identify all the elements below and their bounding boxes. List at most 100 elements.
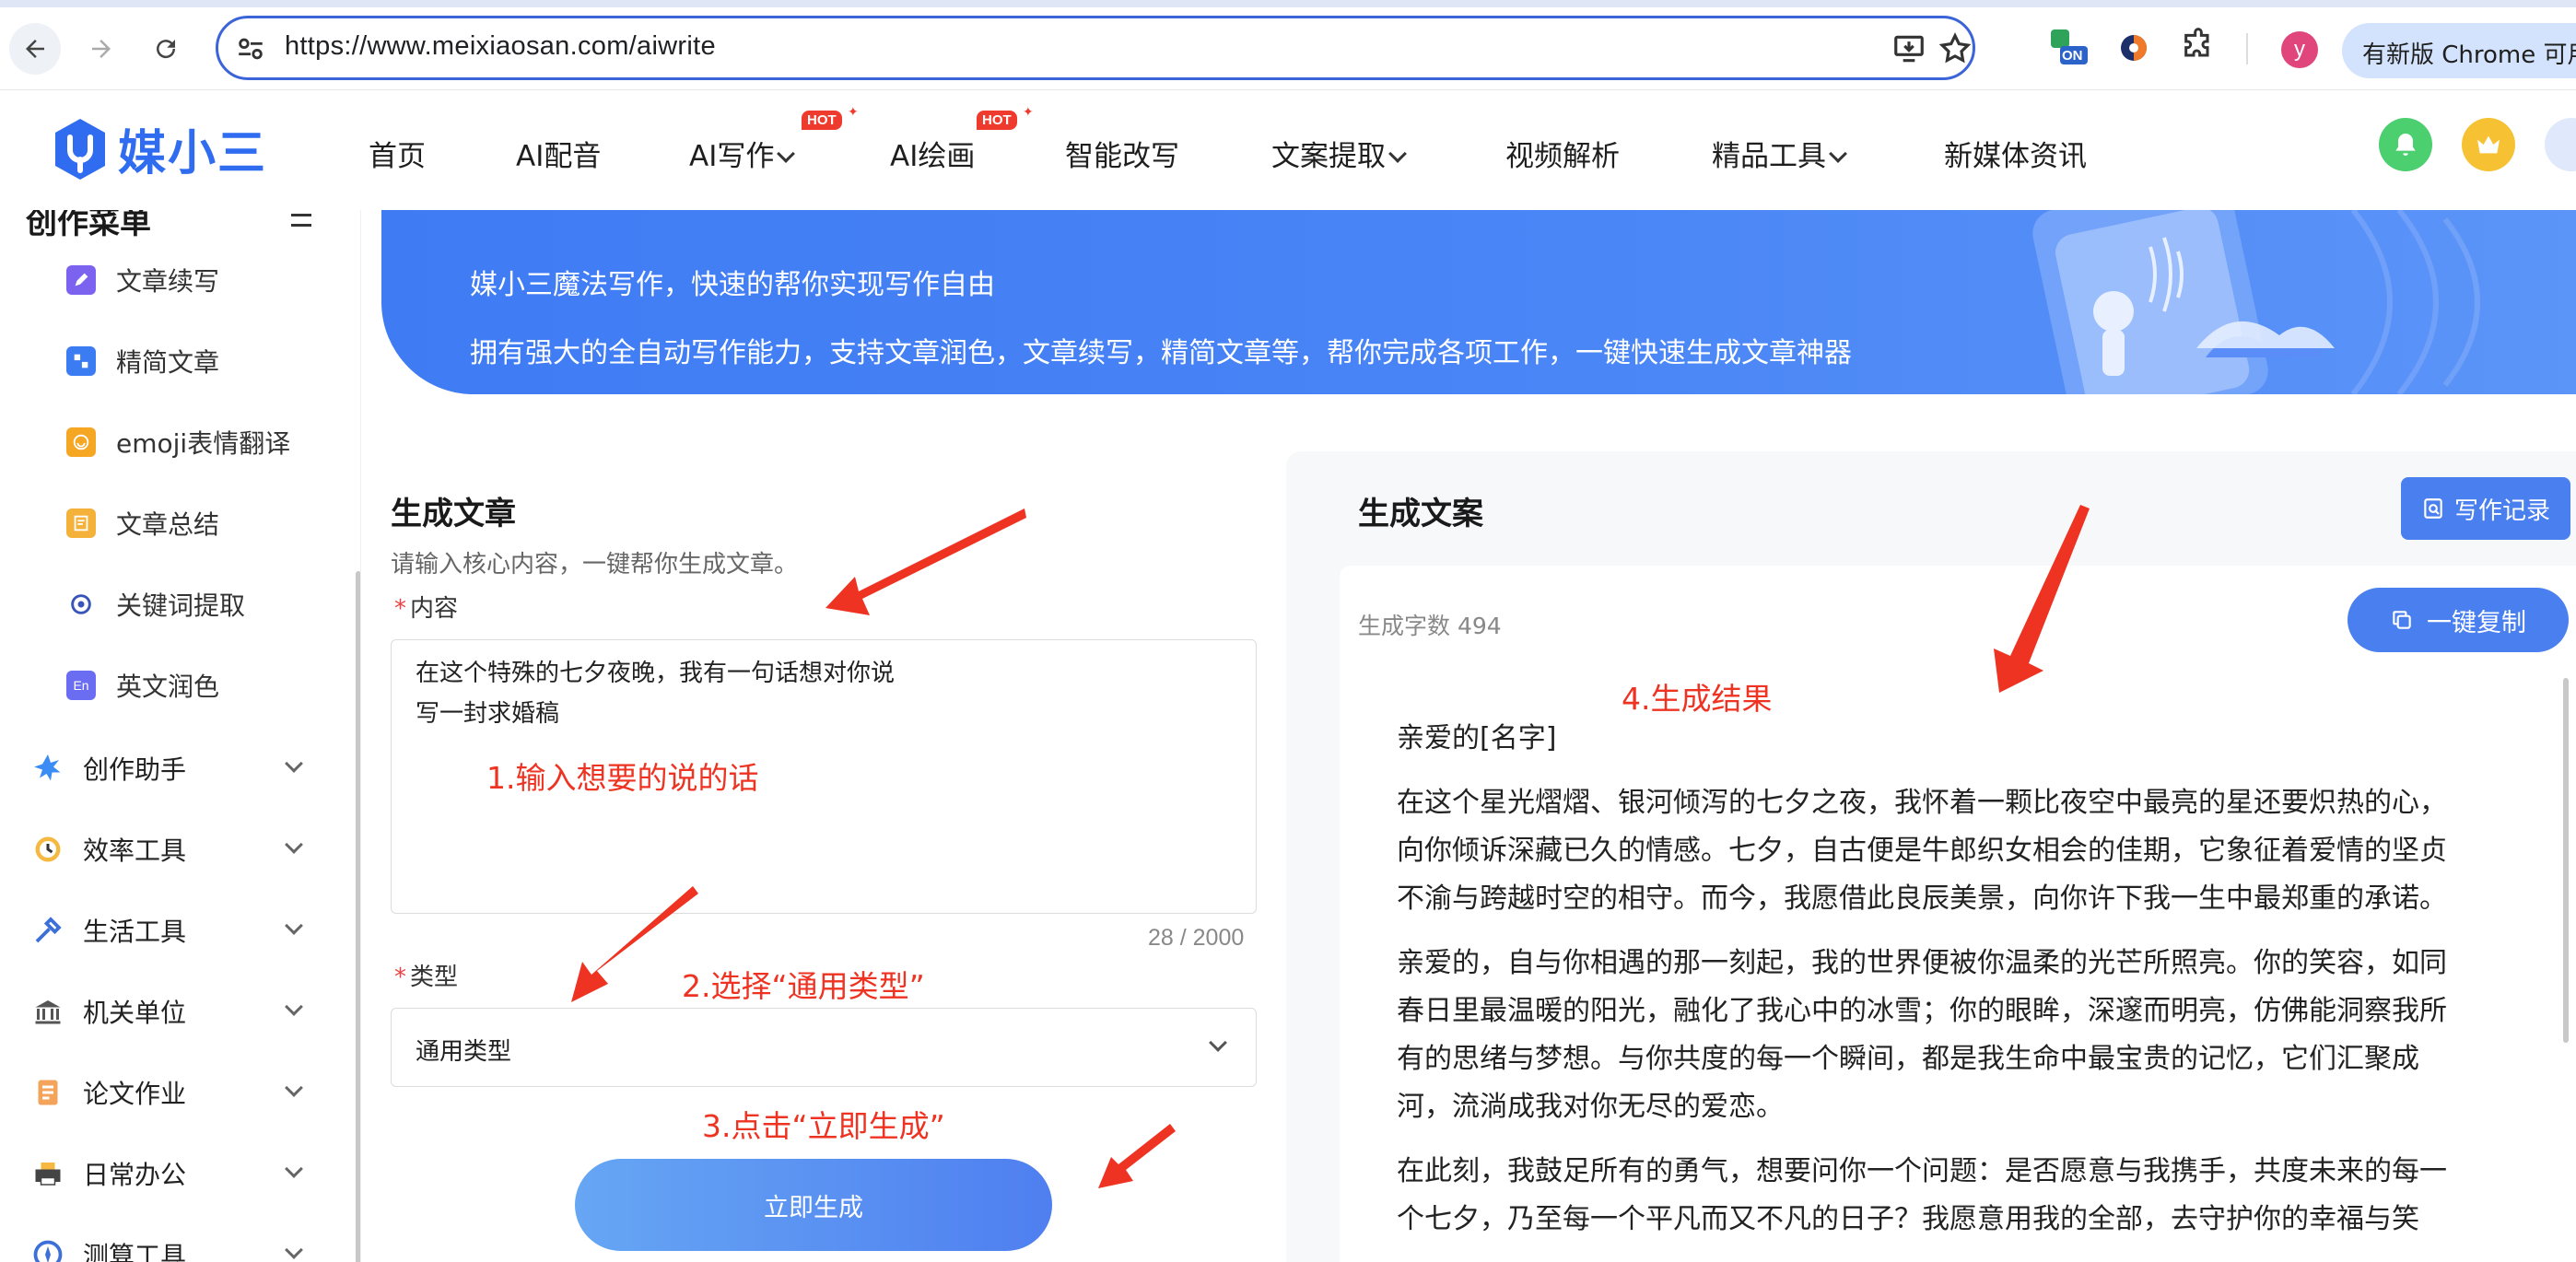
form-subtitle: 请输入核心内容，一键帮你生成文章。 <box>391 551 799 578</box>
extension-swirl-icon[interactable] <box>2113 28 2154 68</box>
sidebar-group-office[interactable]: 日常办公 <box>31 1153 308 1194</box>
content-line: 在这个特殊的七夕夜晚，我有一句话想对你说 <box>416 660 896 687</box>
back-button[interactable] <box>9 23 61 75</box>
sidebar-item-emoji[interactable]: emoji表情翻译 <box>66 424 290 461</box>
chrome-update-button[interactable]: 有新版 Chrome 可用 <box>2342 23 2576 78</box>
note-icon <box>66 508 96 538</box>
address-bar[interactable]: https://www.meixiaosan.com/aiwrite <box>216 16 1975 80</box>
nav-premium-tools[interactable]: 精品工具 <box>1712 133 1847 174</box>
type-select-value: 通用类型 <box>416 1038 512 1066</box>
type-label-text: 类型 <box>410 964 459 991</box>
annotation-step-2: 2.选择“通用类型” <box>682 968 925 1004</box>
result-line: 在此刻，我鼓足所有的勇气，想要问你一个问题：是否愿意与我携手，共度未来的每一 <box>1397 1155 2447 1187</box>
arrow-left-icon <box>26 40 44 58</box>
scroll-icon <box>38 1080 58 1105</box>
chevron-down-icon <box>1209 1034 1227 1052</box>
compass-icon <box>33 1240 63 1262</box>
notification-bell-icon[interactable] <box>2379 118 2432 171</box>
sidebar-item-english-polish[interactable]: En 英文润色 <box>66 667 219 704</box>
chevron-down-icon <box>1829 145 1847 163</box>
result-scrollbar[interactable] <box>2563 678 2569 1043</box>
profile-avatar[interactable]: y <box>2281 31 2318 68</box>
banner-description: 拥有强大的全自动写作能力，支持文章润色，文章续写，精简文章等，帮你完成各项工作，… <box>470 337 1852 369</box>
forward-button[interactable] <box>76 23 127 75</box>
pen-icon <box>66 265 96 295</box>
nav-ai-painting[interactable]: AI绘画 <box>890 133 975 174</box>
sidebar-scrollbar[interactable] <box>356 571 360 1262</box>
site-settings-icon[interactable] <box>235 33 266 64</box>
sidebar-group-label: 效率工具 <box>83 835 187 866</box>
sidebar-group-government[interactable]: 机关单位 <box>31 991 308 1032</box>
english-icon: En <box>66 671 96 700</box>
nav-premium-tools-label: 精品工具 <box>1712 140 1826 173</box>
result-title: 生成文案 <box>1358 496 1483 532</box>
sidebar-group-label: 生活工具 <box>83 917 187 947</box>
content-label-text: 内容 <box>410 595 459 623</box>
user-avatar[interactable] <box>2545 118 2576 171</box>
sidebar-item-continue[interactable]: 文章续写 <box>66 262 219 298</box>
result-line: 亲爱的[名字] <box>1397 722 1557 754</box>
result-paragraph: 在此刻，我鼓足所有的勇气，想要问你一个问题：是否愿意与我携手，共度未来的每一 个七… <box>1397 1148 2530 1244</box>
browser-tabstrip <box>0 0 2576 7</box>
nav-copy-extract[interactable]: 文案提取 <box>1271 133 1407 174</box>
annotation-step-3: 3.点击“立即生成” <box>702 1108 945 1144</box>
required-mark: * <box>394 595 406 623</box>
type-select[interactable]: 通用类型 <box>391 1008 1257 1087</box>
site-logo[interactable]: 媒小三 <box>52 114 267 183</box>
sidebar-group-label: 日常办公 <box>83 1160 187 1190</box>
sidebar-item-label: 关键词提取 <box>116 590 246 621</box>
sidebar-group-assistant[interactable]: 创作助手 <box>31 748 308 789</box>
arrow-icon <box>825 508 1026 615</box>
copy-all-label: 一键复制 <box>2427 608 2526 637</box>
result-line: 个七夕，乃至每一个平凡而又不凡的日子？我愿意用我的全部，去守护你的幸福与笑 <box>1397 1203 2419 1235</box>
sidebar-item-simplify[interactable]: 精简文章 <box>66 343 219 380</box>
chevron-down-icon <box>285 998 303 1016</box>
sidebar-item-keywords[interactable]: 关键词提取 <box>66 586 245 623</box>
sidebar-item-summary[interactable]: 文章总结 <box>66 505 219 542</box>
result-paragraph: 亲爱的，自与你相遇的那一刻起，我的世界便被你温柔的光芒所照亮。你的笑容，如同 春日… <box>1397 940 2530 1131</box>
result-line: 河，流淌成我对你无尽的爱恋。 <box>1397 1091 1784 1123</box>
reload-button[interactable] <box>140 23 192 75</box>
vip-crown-icon[interactable] <box>2462 118 2515 171</box>
sidebar-item-label: 文章总结 <box>116 509 220 540</box>
nav-new-media-news[interactable]: 新媒体资讯 <box>1944 133 2087 174</box>
clock-icon <box>35 836 61 862</box>
copy-all-button[interactable]: 一键复制 <box>2348 588 2569 652</box>
result-paragraph: 亲爱的[名字] <box>1397 715 2530 763</box>
site-header: 媒小三 首页 AI配音 AI写作 HOT ✦ AI绘画 HOT ✦ 智能改写 文… <box>0 90 2576 210</box>
result-line: 在这个星光熠熠、银河倾泻的七夕之夜，我怀着一颗比夜空中最亮的星还要炽热的心， <box>1397 787 2447 819</box>
nav-smart-rewrite[interactable]: 智能改写 <box>1065 133 1179 174</box>
sidebar-group-efficiency[interactable]: 效率工具 <box>31 829 308 870</box>
generate-button[interactable]: 立即生成 <box>575 1159 1052 1251</box>
writing-history-button[interactable]: 写作记录 <box>2401 477 2570 540</box>
toolbar-divider <box>2246 33 2248 64</box>
extension-badge: ON <box>2062 48 2083 64</box>
result-line: 向你倾诉深藏已久的情感。七夕，自古便是牛郎织女相会的佳期，它象征着爱情的坚贞 <box>1397 835 2447 867</box>
sidebar-group-life[interactable]: 生活工具 <box>31 910 308 951</box>
result-line: 亲爱的，自与你相遇的那一刻起，我的世界便被你温柔的光芒所照亮。你的笑容，如同 <box>1397 947 2447 979</box>
tools-icon <box>35 917 62 943</box>
banner-headline: 媒小三魔法写作，快速的帮你实现写作自由 <box>470 269 995 301</box>
collapse-icon[interactable] <box>291 214 311 227</box>
extensions-puzzle-icon[interactable] <box>2180 28 2220 68</box>
nav-ai-writing-label: AI写作 <box>689 140 775 173</box>
nav-ai-writing[interactable]: AI写作 <box>689 133 796 174</box>
nav-video-parse[interactable]: 视频解析 <box>1505 133 1620 174</box>
extension-on-icon[interactable]: ON <box>2049 28 2090 68</box>
chevron-down-icon <box>285 754 303 773</box>
bookmark-star-icon[interactable] <box>1938 31 1973 66</box>
sidebar-group-thesis[interactable]: 论文作业 <box>31 1072 308 1113</box>
url-text[interactable]: https://www.meixiaosan.com/aiwrite <box>285 31 716 62</box>
sidebar-group-calc[interactable]: 测算工具 <box>31 1234 308 1262</box>
chevron-down-icon <box>285 1160 303 1178</box>
writing-history-label: 写作记录 <box>2453 497 2550 525</box>
chevron-down-icon <box>285 1079 303 1097</box>
install-app-icon[interactable] <box>1891 31 1926 66</box>
sidebar-group-label: 创作助手 <box>83 754 187 785</box>
history-icon <box>2424 498 2442 519</box>
required-mark: * <box>394 964 406 991</box>
chevron-down-icon <box>285 1241 303 1259</box>
word-count: 生成字数 494 <box>1358 613 1502 639</box>
nav-home[interactable]: 首页 <box>369 133 426 174</box>
nav-ai-voice[interactable]: AI配音 <box>516 133 601 174</box>
